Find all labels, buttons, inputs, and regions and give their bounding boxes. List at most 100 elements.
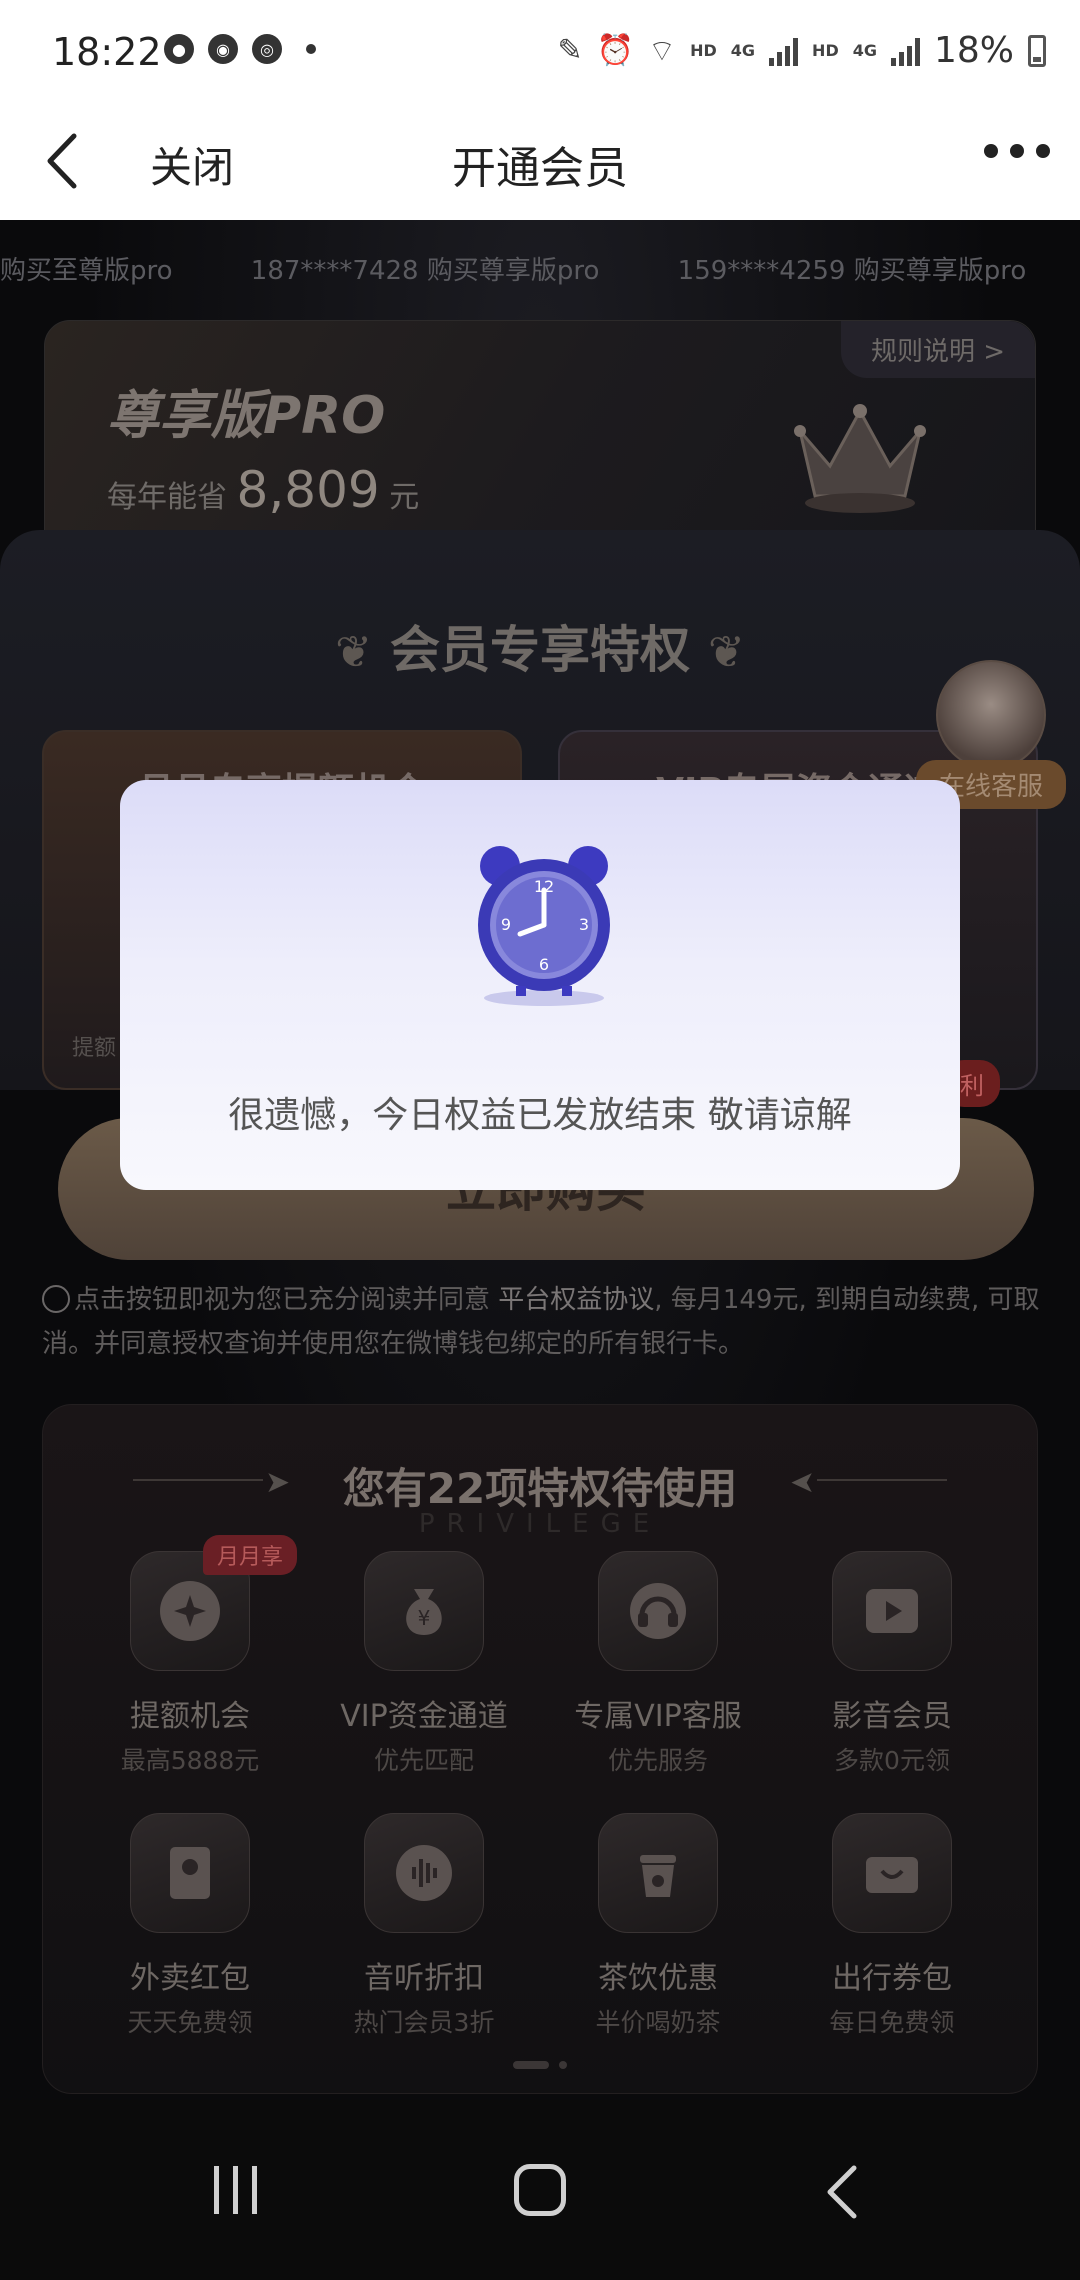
system-navigation-bar xyxy=(0,2100,1080,2280)
annual-savings: 每年能省 8,809 元 xyxy=(107,461,419,519)
privilege-item-fund-channel[interactable]: ¥ VIP资金通道 优先匹配 xyxy=(307,1551,541,1777)
svg-text:3: 3 xyxy=(579,915,589,934)
weibo-icon: ◉ xyxy=(208,34,238,64)
video-icon xyxy=(866,1589,918,1633)
privilege-sub: 半价喝奶茶 xyxy=(595,2008,721,2037)
ticker-item: 购买至尊版pro xyxy=(0,256,173,286)
svg-text:6: 6 xyxy=(539,955,549,974)
agree-checkbox[interactable] xyxy=(42,1285,70,1313)
privilege-sub: 最高5888元 xyxy=(120,1746,260,1775)
battery-icon xyxy=(1028,34,1046,67)
privileges-heading-text: 会员专享特权 xyxy=(390,621,690,679)
privilege-item-food-delivery[interactable]: 外卖红包 天天免费领 xyxy=(73,1813,307,2039)
network-type: 4G xyxy=(730,41,756,60)
wechat-icon: ◎ xyxy=(252,34,282,64)
status-bar: 18:22 ● ◉ ◎ ✎ ⏰ ⌔ HD 4G HD 4G 18% xyxy=(0,0,1080,104)
drink-cup-icon xyxy=(640,1855,676,1897)
dot-icon xyxy=(306,44,316,54)
pro-plan-card[interactable]: 规则说明 > 尊享版PRO 每年能省 8,809 元 xyxy=(44,320,1036,560)
privilege-item-video[interactable]: 影音会员 多款0元领 xyxy=(775,1551,1009,1777)
laurel-right-icon: ❦ xyxy=(708,627,745,678)
ticker-item: 159****4259 购买尊享版pro xyxy=(677,256,1027,286)
audio-wave-icon xyxy=(396,1845,452,1901)
divider xyxy=(817,1479,947,1481)
system-indicators: ✎ ⏰ ⌔ HD 4G HD 4G 18% xyxy=(557,30,1046,71)
dialog-message: 很遗憾，今日权益已发放结束 敬请谅解 xyxy=(228,1095,852,1136)
more-menu-button[interactable] xyxy=(984,144,1050,158)
privilege-item-quota[interactable]: 月月享 提额机会 最高5888元 xyxy=(73,1535,307,1777)
battery-percent: 18% xyxy=(933,30,1014,71)
signal-icon xyxy=(769,36,799,66)
privilege-item-audio[interactable]: 音听折扣 热门会员3折 xyxy=(307,1813,541,2039)
travel-voucher-icon xyxy=(866,1857,918,1893)
ticker-item: 187****7428 购买尊享版pro xyxy=(250,256,600,286)
svg-text:¥: ¥ xyxy=(418,1606,431,1630)
purchase-ticker: 购买至尊版pro 187****7428 购买尊享版pro 159****425… xyxy=(0,250,1080,287)
agreement-text: 点击按钮即视为您已充分阅读并同意 平台权益协议, 每月149元, 到期自动续费,… xyxy=(42,1278,1042,1366)
privilege-grid: 月月享 提额机会 最高5888元 ¥ VIP资金通道 优先匹配 专属VIP客服 xyxy=(73,1535,1009,2039)
pen-icon: ✎ xyxy=(557,33,583,68)
privilege-sub: 热门会员3折 xyxy=(353,2008,495,2037)
hd-label: HD xyxy=(812,41,839,60)
privilege-item-travel[interactable]: 出行券包 每日免费领 xyxy=(775,1813,1009,2039)
savings-prefix: 每年能省 xyxy=(107,480,227,515)
laurel-left-icon: ❦ xyxy=(335,627,372,678)
agent-avatar xyxy=(936,660,1046,770)
privilege-list-subheading: PRIVILEGE xyxy=(418,1509,662,1539)
svg-text:12: 12 xyxy=(534,877,554,896)
privilege-name: 音听折扣 xyxy=(364,1961,484,1996)
privilege-name: 专属VIP客服 xyxy=(574,1699,742,1734)
privilege-item-drinks[interactable]: 茶饮优惠 半价喝奶茶 xyxy=(541,1813,775,2039)
privilege-tile xyxy=(832,1551,952,1671)
privilege-list-heading: 您有22项特权待使用 xyxy=(342,1464,738,1513)
page-indicator xyxy=(43,2061,1037,2069)
privilege-name: VIP资金通道 xyxy=(340,1699,508,1734)
privilege-tile xyxy=(598,1813,718,1933)
money-bag-icon: ¥ xyxy=(406,1589,442,1635)
system-back-button[interactable] xyxy=(822,2162,862,2222)
privilege-tile: ¥ xyxy=(364,1551,484,1671)
plan-title: 尊享版PRO xyxy=(107,386,386,446)
privilege-sub: 优先匹配 xyxy=(373,1746,474,1775)
hd-label: HD xyxy=(690,41,717,60)
privilege-item-vip-service[interactable]: 专属VIP客服 优先服务 xyxy=(541,1551,775,1777)
privilege-tile xyxy=(598,1551,718,1671)
notification-icons: ● ◉ ◎ xyxy=(164,34,316,64)
privilege-sub: 优先服务 xyxy=(607,1746,708,1775)
monthly-badge: 月月享 xyxy=(203,1535,298,1575)
savings-unit: 元 xyxy=(389,480,420,515)
privilege-sub: 多款0元领 xyxy=(834,1746,950,1775)
privilege-tile xyxy=(364,1813,484,1933)
signal-icon xyxy=(890,36,920,66)
privilege-name: 出行券包 xyxy=(832,1961,952,1996)
agreement-link[interactable]: 平台权益协议 xyxy=(498,1285,654,1315)
privilege-list-card: ➤ 您有22项特权待使用 ➤ PRIVILEGE 月月享 提额机会 最高5888… xyxy=(42,1404,1038,2094)
network-type: 4G xyxy=(852,41,877,60)
privilege-name: 外卖红包 xyxy=(130,1961,250,1996)
status-time: 18:22 xyxy=(52,30,162,74)
privilege-sub: 天天免费领 xyxy=(127,2008,253,2037)
page-dot xyxy=(559,2061,567,2069)
arrow-left-icon: ➤ xyxy=(789,1465,815,1500)
notice-dialog[interactable]: 12 3 6 9 很遗憾，今日权益已发放结束 敬请谅解 xyxy=(120,780,960,1190)
page-dot-active xyxy=(513,2061,549,2069)
crown-icon xyxy=(794,404,926,513)
privilege-name: 提额机会 xyxy=(130,1699,250,1734)
page-title: 开通会员 xyxy=(452,143,628,194)
agreement-prefix: 点击按钮即视为您已充分阅读并同意 xyxy=(74,1285,491,1315)
top-navigation: 关闭 开通会员 xyxy=(0,104,1080,220)
home-button[interactable] xyxy=(514,2164,566,2216)
privilege-tile xyxy=(832,1813,952,1933)
alarm-clock-icon: 12 3 6 9 xyxy=(478,846,610,1006)
privilege-name: 茶饮优惠 xyxy=(598,1961,718,1996)
privilege-sub: 每日免费领 xyxy=(829,2008,955,2037)
rules-button[interactable]: 规则说明 > xyxy=(840,321,1035,378)
privilege-tile xyxy=(130,1813,250,1933)
red-envelope-icon xyxy=(170,1847,210,1899)
alarm-icon: ⏰ xyxy=(596,33,634,68)
privilege-name: 影音会员 xyxy=(832,1699,952,1734)
wifi-icon: ⌔ xyxy=(647,33,677,69)
privilege-card-note: 提额 xyxy=(72,1036,117,1061)
quota-boost-icon xyxy=(160,1581,220,1641)
recent-apps-button[interactable] xyxy=(214,2166,257,2214)
